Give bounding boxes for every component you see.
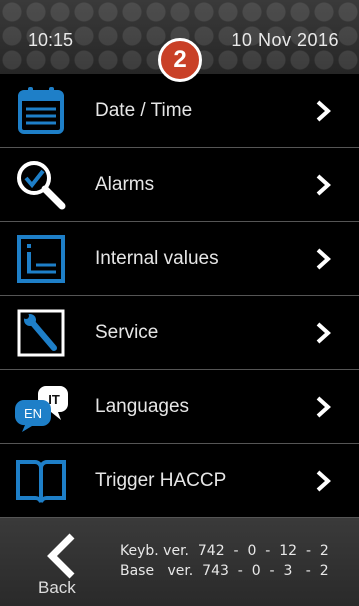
menu-item-label: Alarms [95, 173, 155, 195]
base-version: Base ver. 743 - 0 - 3 - 2 [120, 563, 329, 579]
menu-item-label: Languages [95, 395, 190, 417]
menu-item-label: Service [95, 321, 159, 343]
keyboard-version: Keyb. ver. 742 - 0 - 12 - 2 [120, 543, 329, 559]
book-icon [16, 460, 66, 503]
languages-icon: IT EN [15, 386, 68, 432]
internal-values-icon [17, 235, 65, 283]
menu-item-service[interactable]: Service [0, 296, 359, 370]
chevron-left-icon [47, 533, 75, 579]
menu-item-date-time[interactable]: Date / Time [0, 74, 359, 148]
icon-lang-it: IT [48, 392, 60, 407]
settings-menu: Date / Time Alarms Internal values Servi… [0, 74, 359, 518]
menu-item-languages[interactable]: IT EN Languages [0, 370, 359, 444]
menu-item-label: Trigger HACCP [95, 469, 227, 491]
menu-item-trigger-haccp[interactable]: Trigger HACCP [0, 444, 359, 518]
chevron-right-icon [316, 322, 331, 344]
chevron-right-icon [316, 396, 331, 418]
clock-time: 10:15 [28, 30, 74, 50]
current-date: 10 Nov 2016 [231, 30, 339, 50]
calendar-icon [18, 87, 64, 134]
icon-lang-en: EN [24, 406, 42, 421]
chevron-right-icon [316, 100, 331, 122]
alarm-search-icon [17, 161, 66, 210]
menu-item-label: Date / Time [95, 99, 193, 121]
menu-item-alarms[interactable]: Alarms [0, 148, 359, 222]
back-label: Back [38, 578, 76, 597]
menu-item-internal-values[interactable]: Internal values [0, 222, 359, 296]
footer-bar: Back Keyb. ver. 742 - 0 - 12 - 2 Base ve… [0, 518, 359, 606]
chevron-right-icon [316, 174, 331, 196]
menu-item-label: Internal values [95, 247, 219, 269]
chevron-right-icon [316, 470, 331, 492]
step-badge: 2 [158, 38, 202, 82]
wrench-icon [17, 309, 65, 357]
chevron-right-icon [316, 248, 331, 270]
